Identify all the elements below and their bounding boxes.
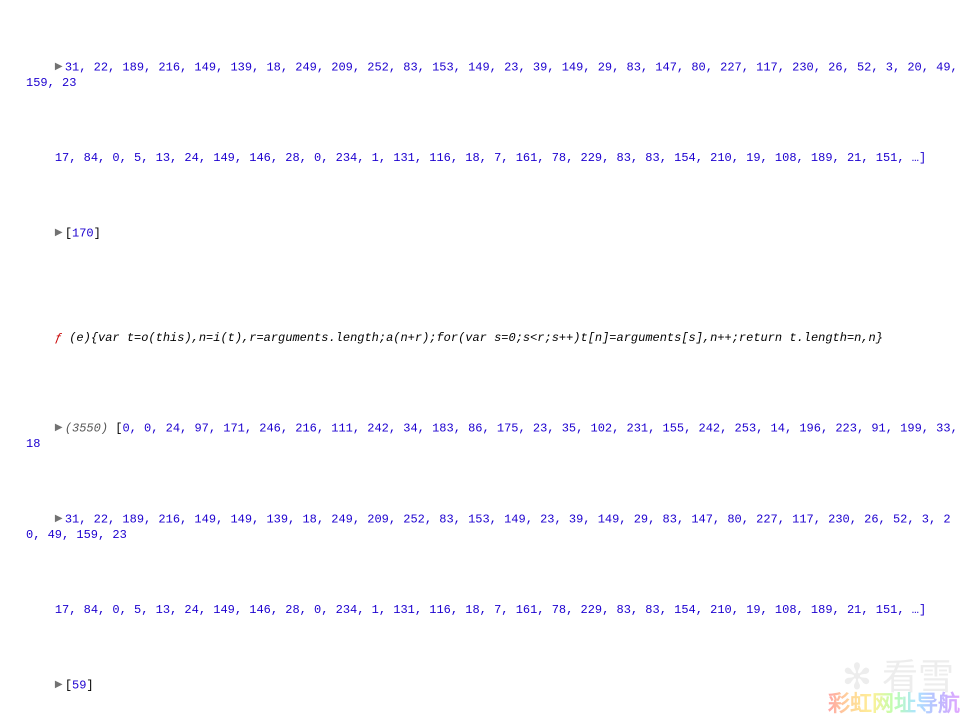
array-row: 17, 84, 0, 5, 13, 24, 149, 146, 28, 0, 2… bbox=[4, 136, 960, 181]
array-preview[interactable]: ▶(3550) [0, 0, 24, 97, 171, 246, 216, 11… bbox=[4, 406, 960, 467]
array-row: ▶31, 22, 189, 216, 149, 139, 18, 249, 20… bbox=[4, 45, 960, 106]
collapsed-array[interactable]: ▶[59] bbox=[4, 663, 960, 709]
array-row: 17, 84, 0, 5, 13, 24, 149, 146, 28, 0, 2… bbox=[4, 588, 960, 633]
fn-source: ƒ (e){var t=o(this),n=i(t),r=arguments.l… bbox=[4, 316, 960, 361]
devtools-console[interactable]: ▶31, 22, 189, 216, 149, 139, 18, 249, 20… bbox=[0, 0, 964, 720]
array-row: ▶31, 22, 189, 216, 149, 149, 139, 18, 24… bbox=[4, 497, 960, 558]
collapsed-array[interactable]: ▶[170] bbox=[4, 211, 960, 257]
